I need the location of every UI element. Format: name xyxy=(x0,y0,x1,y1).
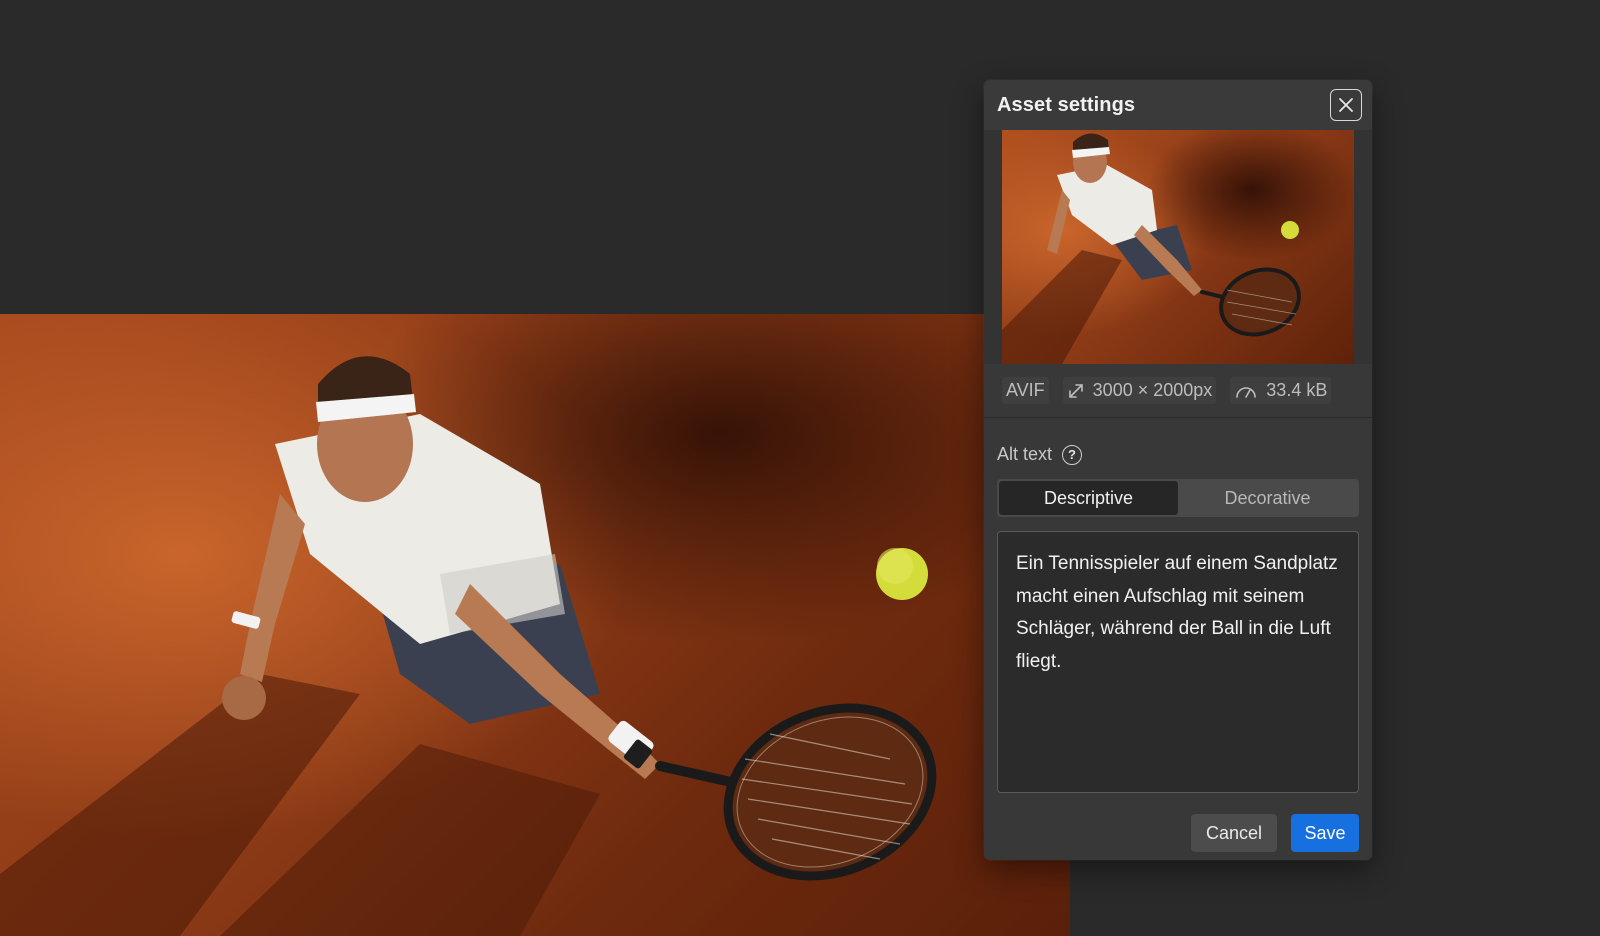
modal-title: Asset settings xyxy=(997,93,1136,116)
filesize-label: 33.4 kB xyxy=(1266,380,1328,400)
mode-decorative-button[interactable]: Decorative xyxy=(1178,481,1357,515)
resize-arrows-icon xyxy=(1068,383,1083,398)
asset-settings-modal: Asset settings AVIF 3000 × 2000px 33.4 k… xyxy=(984,80,1372,860)
modal-actions: Cancel Save xyxy=(984,798,1372,852)
preview-container xyxy=(984,130,1372,364)
save-button[interactable]: Save xyxy=(1291,814,1359,852)
alt-text-section: Alt text ? Descriptive Decorative Ein Te… xyxy=(984,418,1372,798)
alt-text-mode-toggle: Descriptive Decorative xyxy=(997,479,1359,517)
alt-text-label: Alt text xyxy=(997,444,1053,464)
filesize-badge: 33.4 kB xyxy=(1230,377,1332,404)
asset-metadata-row: AVIF 3000 × 2000px 33.4 kB xyxy=(984,364,1372,418)
mode-descriptive-button[interactable]: Descriptive xyxy=(999,481,1178,515)
cancel-button[interactable]: Cancel xyxy=(1191,814,1277,852)
help-icon[interactable]: ? xyxy=(1062,444,1083,465)
format-label: AVIF xyxy=(1006,380,1045,400)
tennis-player-illustration xyxy=(0,356,937,936)
close-button[interactable] xyxy=(1330,89,1362,121)
dimensions-label: 3000 × 2000px xyxy=(1092,380,1213,400)
modal-header: Asset settings xyxy=(984,80,1372,130)
canvas-image-tennis-player[interactable] xyxy=(0,314,1070,936)
dimensions-badge: 3000 × 2000px xyxy=(1062,377,1217,404)
gauge-icon xyxy=(1236,386,1257,398)
close-icon xyxy=(1339,98,1353,112)
preview-tennis-illustration xyxy=(1002,133,1301,364)
format-badge: AVIF xyxy=(1002,377,1049,404)
asset-preview-image xyxy=(1002,130,1354,364)
alt-text-label-row: Alt text ? xyxy=(997,444,1359,465)
alt-text-input[interactable]: Ein Tennisspieler auf einem Sandplatz ma… xyxy=(997,531,1359,793)
